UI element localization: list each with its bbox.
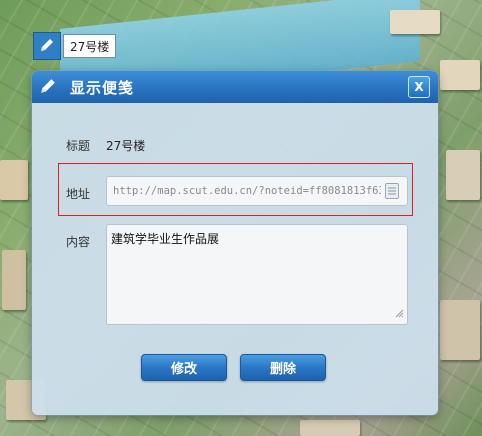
address-value[interactable]: http://map.scut.edu.cn/?noteid=ff8081813… [107, 185, 381, 197]
content-label: 内容 [66, 235, 91, 249]
dialog-title: 显示便笺 [70, 78, 135, 97]
map-building [440, 60, 480, 90]
map-building [300, 420, 360, 436]
delete-button[interactable]: 删除 [240, 354, 326, 381]
map-building [390, 10, 440, 34]
title-value: 27号楼 [106, 139, 146, 153]
address-label: 地址 [66, 187, 91, 201]
map-building [446, 150, 480, 200]
resize-grip-icon[interactable] [394, 307, 404, 321]
map-building [0, 160, 28, 200]
map-building [2, 250, 26, 310]
show-note-dialog: 显示便笺 X 标题 27号楼 地址 http://map.scut.edu.cn… [32, 71, 438, 415]
edit-button-label: 修改 [170, 362, 197, 377]
pencil-icon [39, 37, 55, 56]
edit-button[interactable]: 修改 [141, 354, 227, 381]
title-label: 标题 [66, 139, 91, 153]
marker-pin[interactable] [33, 32, 61, 60]
close-icon: X [414, 80, 424, 94]
marker-label[interactable]: 27号楼 [63, 34, 117, 58]
content-textarea[interactable]: 建筑学毕业生作品展 [106, 224, 408, 325]
document-icon[interactable] [381, 180, 403, 202]
close-button[interactable]: X [408, 76, 430, 98]
dialog-titlebar[interactable]: 显示便笺 X [32, 71, 438, 103]
delete-button-label: 删除 [269, 362, 296, 377]
map-marker[interactable]: 27号楼 [33, 32, 117, 60]
address-field[interactable]: http://map.scut.edu.cn/?noteid=ff8081813… [106, 176, 408, 206]
content-value[interactable]: 建筑学毕业生作品展 [111, 230, 219, 247]
pencil-icon [39, 77, 57, 98]
map-building [440, 300, 480, 360]
